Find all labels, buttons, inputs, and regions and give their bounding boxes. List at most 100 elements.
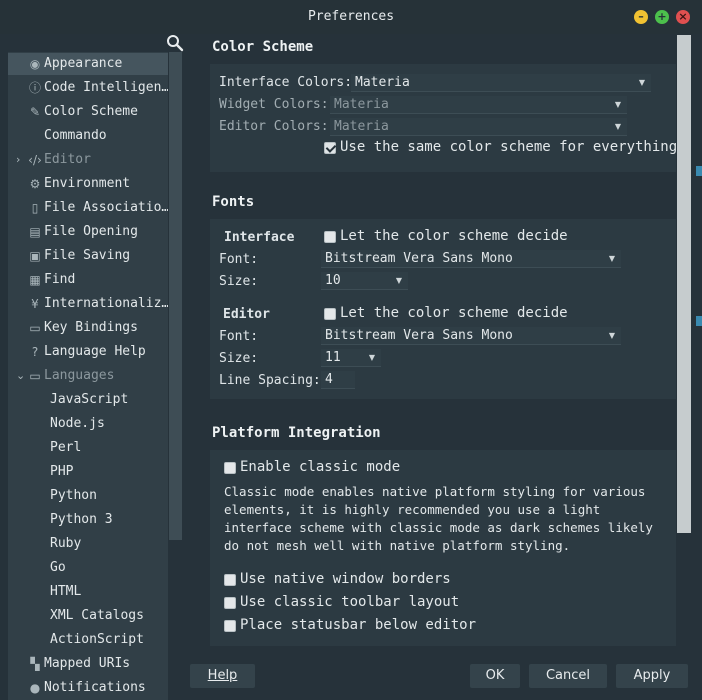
chevron-down-icon: ▼ — [614, 122, 621, 131]
interface-let-scheme-label: Let the color scheme decide — [340, 228, 568, 244]
interface-colors-label: Interface Colors: — [219, 75, 353, 90]
help-icon: ? — [31, 345, 39, 359]
native-borders-label: Use native window borders — [240, 571, 451, 587]
classic-mode-label: Enable classic mode — [240, 459, 401, 475]
help-button[interactable]: Help — [190, 664, 255, 688]
sidebar-item-appearance[interactable]: ◉ Appearance — [8, 53, 168, 75]
editor-let-scheme-label: Let the color scheme decide — [340, 305, 568, 321]
folder-icon: ▭ — [29, 369, 41, 383]
sidebar-item-javascript[interactable]: JavaScript — [8, 389, 168, 411]
eye-icon: ◉ — [29, 57, 41, 71]
editor-font-select[interactable]: Bitstream Vera Sans Mono ▼ — [321, 327, 621, 345]
sidebar-item-go[interactable]: Go — [8, 557, 168, 579]
brush-icon: ✎ — [29, 105, 41, 119]
same-scheme-label: Use the same color scheme for everything — [340, 139, 676, 155]
minimize-button[interactable]: – — [634, 10, 648, 24]
sidebar-item-notifications[interactable]: ● Notifications — [8, 677, 168, 699]
editor-font-label: Font: — [219, 329, 259, 344]
sidebar-item-color-scheme[interactable]: ✎ Color Scheme — [8, 101, 168, 123]
chevron-right-icon[interactable]: › — [16, 149, 20, 171]
interface-font-select[interactable]: Bitstream Vera Sans Mono ▼ — [321, 250, 621, 268]
sidebar-item-environment[interactable]: ⚙ Environment — [8, 173, 168, 195]
classic-toolbar-checkbox[interactable] — [224, 597, 236, 609]
sidebar-item-file-saving[interactable]: ▣ File Saving — [8, 245, 168, 267]
sidebar-item-html[interactable]: HTML — [8, 581, 168, 603]
background-window-edge — [696, 316, 702, 326]
file-icon: ▯ — [31, 201, 39, 215]
sidebar-item-python3[interactable]: Python 3 — [8, 509, 168, 531]
search-icon[interactable] — [166, 34, 184, 52]
sidebar-item-languages[interactable]: ⌄ ▭ Languages — [8, 365, 168, 387]
widget-colors-select[interactable]: Materia ▼ — [330, 96, 627, 114]
chevron-down-icon: ▼ — [608, 254, 615, 263]
cancel-button[interactable]: Cancel — [529, 664, 607, 688]
apply-button[interactable]: Apply — [616, 664, 688, 688]
same-scheme-checkbox[interactable] — [324, 142, 336, 154]
title-bar: Preferences – + × — [0, 0, 702, 34]
sidebar-item-actionscript[interactable]: ActionScript — [8, 629, 168, 651]
editor-size-select[interactable]: 11 ▼ — [321, 349, 381, 367]
line-spacing-label: Line Spacing: — [219, 373, 321, 388]
statusbar-label: Place statusbar below editor — [240, 617, 477, 633]
sidebar-item-file-opening[interactable]: ▤ File Opening — [8, 221, 168, 243]
preferences-content: Color Scheme Interface Colors: Materia ▼ … — [190, 34, 676, 646]
sidebar-item-ruby[interactable]: Ruby — [8, 533, 168, 555]
editor-let-scheme-checkbox[interactable] — [324, 308, 336, 320]
statusbar-checkbox[interactable] — [224, 620, 236, 632]
chevron-down-icon: ▼ — [638, 78, 645, 87]
sidebar-item-language-help[interactable]: ? Language Help — [8, 341, 168, 363]
sidebar-item-key-bindings[interactable]: ▭ Key Bindings — [8, 317, 168, 339]
interface-colors-select[interactable]: Materia ▼ — [351, 74, 651, 92]
interface-let-scheme-checkbox[interactable] — [324, 231, 336, 243]
sidebar-scrollbar[interactable] — [169, 52, 182, 540]
close-button[interactable]: × — [676, 10, 690, 24]
sidebar-item-python[interactable]: Python — [8, 485, 168, 507]
find-icon: ▦ — [29, 273, 41, 287]
widget-colors-label: Widget Colors: — [219, 97, 329, 112]
chevron-down-icon: ▼ — [395, 276, 402, 285]
editor-size-label: Size: — [219, 351, 259, 366]
classic-mode-checkbox[interactable] — [224, 462, 236, 474]
classic-toolbar-label: Use classic toolbar layout — [240, 594, 460, 610]
save-icon: ▣ — [29, 249, 41, 263]
editor-font-heading: Editor — [223, 307, 270, 322]
sidebar: ◉ Appearance ⓘ Code Intelligen… ✎ Color … — [8, 52, 168, 700]
window-title: Preferences — [307, 9, 395, 24]
sidebar-item-editor[interactable]: › ‹/› Editor — [8, 149, 168, 171]
interface-font-label: Font: — [219, 252, 259, 267]
keyboard-icon: ▭ — [29, 321, 41, 335]
bell-icon: ● — [29, 681, 41, 695]
maximize-button[interactable]: + — [655, 10, 669, 24]
sidebar-item-xml-catalogs[interactable]: XML Catalogs — [8, 605, 168, 627]
sidebar-item-nodejs[interactable]: Node.js — [8, 413, 168, 435]
native-borders-checkbox[interactable] — [224, 574, 236, 586]
map-icon: ▚ — [30, 657, 40, 671]
ok-button[interactable]: OK — [470, 664, 520, 688]
sidebar-item-code-intelligence[interactable]: ⓘ Code Intelligen… — [8, 77, 168, 99]
interface-size-select[interactable]: 10 ▼ — [321, 272, 408, 290]
editor-colors-label: Editor Colors: — [219, 119, 329, 134]
sidebar-item-perl[interactable]: Perl — [8, 437, 168, 459]
fonts-heading: Fonts — [212, 194, 255, 210]
platform-heading: Platform Integration — [212, 425, 381, 441]
editor-colors-select[interactable]: Materia ▼ — [330, 118, 627, 136]
sidebar-item-php[interactable]: PHP — [8, 461, 168, 483]
sidebar-item-find[interactable]: ▦ Find — [8, 269, 168, 291]
chevron-down-icon[interactable]: ⌄ — [16, 365, 25, 387]
code-icon: ‹/› — [28, 153, 42, 167]
chevron-down-icon: ▼ — [614, 100, 621, 109]
background-window-edge — [696, 166, 702, 176]
file-open-icon: ▤ — [29, 225, 41, 239]
sidebar-item-file-associations[interactable]: ▯ File Associatio… — [8, 197, 168, 219]
interface-font-heading: Interface — [224, 230, 295, 245]
info-icon: ⓘ — [28, 81, 41, 95]
color-scheme-heading: Color Scheme — [212, 39, 314, 55]
content-scrollbar-thumb[interactable] — [677, 35, 691, 533]
line-spacing-input[interactable]: 4 — [321, 371, 355, 389]
sidebar-item-commando[interactable]: Commando — [8, 125, 168, 147]
classic-mode-description: Classic mode enables native platform sty… — [224, 484, 653, 553]
interface-size-label: Size: — [219, 274, 259, 289]
yen-icon: ¥ — [31, 297, 39, 311]
sidebar-item-mapped-uris[interactable]: ▚ Mapped URIs — [8, 653, 168, 675]
sidebar-item-internationalization[interactable]: ¥ Internationaliz… — [8, 293, 168, 315]
